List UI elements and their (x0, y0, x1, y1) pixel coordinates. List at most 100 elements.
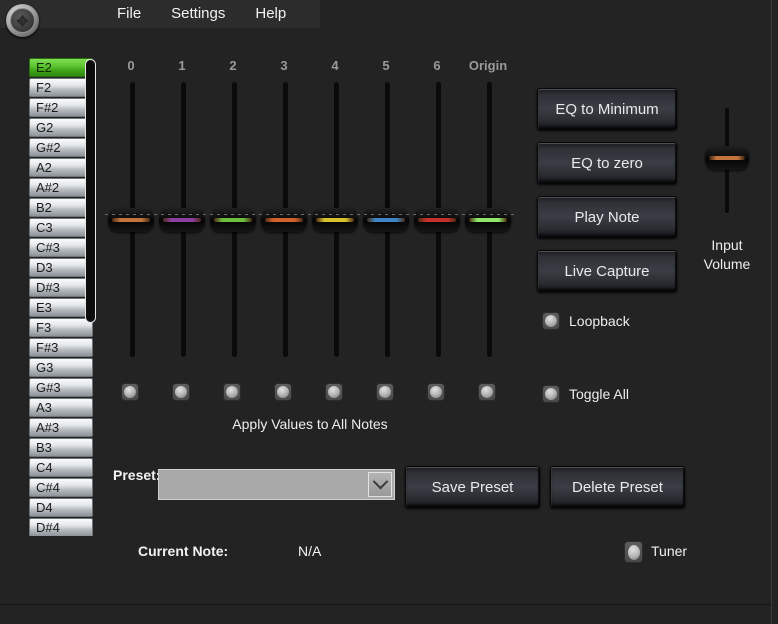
eq-slider-label: 1 (156, 58, 208, 74)
apply-all-checkbox[interactable] (376, 383, 394, 401)
eq-slider-thumb-indicator (469, 218, 507, 222)
note-list-item[interactable]: B2 (29, 198, 93, 217)
current-note-label: Current Note: (138, 543, 228, 559)
input-volume-label-line1: Input (688, 236, 766, 255)
input-volume-label-line2: Volume (688, 255, 766, 274)
note-list-item[interactable]: G#3 (29, 378, 93, 397)
toggle-all-checkbox[interactable] (542, 385, 560, 403)
app-logo-icon: ✥ (10, 8, 35, 33)
note-list-item[interactable]: A3 (29, 398, 93, 417)
save-preset-button[interactable]: Save Preset (405, 466, 540, 508)
checkbox-knob-icon (124, 386, 136, 398)
note-list-item[interactable]: D#3 (29, 278, 93, 297)
apply-all-checkbox[interactable] (427, 383, 445, 401)
preset-label: Preset: (113, 467, 160, 483)
bottom-divider (0, 604, 771, 605)
menu-item-help[interactable]: Help (253, 3, 288, 25)
note-list-item[interactable]: G2 (29, 118, 93, 137)
eq-slider-label: 4 (309, 58, 361, 74)
checkbox-knob-icon (481, 386, 493, 398)
apply-values-label: Apply Values to All Notes (105, 416, 515, 432)
note-list-item[interactable]: F#3 (29, 338, 93, 357)
note-list-item[interactable]: E2 (29, 58, 93, 77)
apply-all-checkbox[interactable] (478, 383, 496, 401)
eq-slider-label: 5 (360, 58, 412, 74)
input-volume-thumb-indicator (709, 156, 745, 160)
note-list-item[interactable]: F2 (29, 78, 93, 97)
note-list-item[interactable]: C#3 (29, 238, 93, 257)
eq-slider-column: 6 (411, 58, 463, 74)
note-list-item[interactable]: G3 (29, 358, 93, 377)
note-list-item[interactable]: C#4 (29, 478, 93, 497)
eq-slider-label: Origin (462, 58, 514, 74)
note-list-item[interactable]: A#3 (29, 418, 93, 437)
eq-slider-thumb[interactable] (108, 208, 154, 232)
eq-to-zero-button[interactable]: EQ to zero (537, 142, 677, 184)
eq-slider-thumb-indicator (265, 218, 303, 222)
note-list-item[interactable]: A#2 (29, 178, 93, 197)
menu-items: File Settings Help (115, 3, 288, 25)
live-capture-button[interactable]: Live Capture (537, 250, 677, 292)
eq-slider-thumb[interactable] (465, 208, 511, 232)
checkbox-knob-icon (175, 386, 187, 398)
checkbox-knob-icon (430, 386, 442, 398)
note-list-item[interactable]: A2 (29, 158, 93, 177)
apply-all-checkbox[interactable] (121, 383, 139, 401)
eq-slider-column: 1 (156, 58, 208, 74)
eq-slider-label: 2 (207, 58, 259, 74)
toggle-all-toggle[interactable]: Toggle All (542, 385, 560, 403)
checkbox-knob-icon (328, 386, 340, 398)
checkbox-knob-icon (277, 386, 289, 398)
eq-slider-thumb[interactable] (414, 208, 460, 232)
preset-dropdown-button[interactable] (368, 472, 392, 497)
note-list-item[interactable]: F#2 (29, 98, 93, 117)
eq-slider-column: 4 (309, 58, 361, 74)
note-list-scrollbar[interactable] (85, 59, 96, 325)
note-list-item[interactable]: G#2 (29, 138, 93, 157)
eq-slider-thumb-indicator (163, 218, 201, 222)
apply-all-checkbox[interactable] (172, 383, 190, 401)
note-list-item[interactable]: C4 (29, 458, 93, 477)
application-window: File Settings Help ✥ E2F2F#2G2G#2A2A#2B2… (0, 0, 778, 624)
eq-slider-column: 2 (207, 58, 259, 74)
note-list-item[interactable]: C3 (29, 218, 93, 237)
app-logo-button[interactable]: ✥ (6, 4, 39, 37)
menu-item-file[interactable]: File (115, 3, 143, 25)
checkbox-knob-icon (545, 315, 557, 327)
eq-value-connector-line (105, 214, 515, 215)
right-edge-divider (771, 0, 772, 624)
eq-slider-column: Origin (462, 58, 514, 74)
loopback-label: Loopback (569, 312, 630, 330)
loopback-checkbox[interactable] (542, 312, 560, 330)
note-list-item[interactable]: F3 (29, 318, 93, 337)
eq-slider-thumb-indicator (214, 218, 252, 222)
apply-all-checkbox[interactable] (223, 383, 241, 401)
eq-slider-thumb[interactable] (312, 208, 358, 232)
note-list-item[interactable]: D3 (29, 258, 93, 277)
eq-slider-label: 3 (258, 58, 310, 74)
checkbox-knob-icon (379, 386, 391, 398)
loopback-toggle[interactable]: Loopback (542, 312, 560, 330)
eq-slider-thumb[interactable] (210, 208, 256, 232)
eq-slider-thumb[interactable] (159, 208, 205, 232)
eq-slider-column: 0 (105, 58, 157, 74)
note-list-item[interactable]: D#4 (29, 518, 93, 536)
preset-combobox[interactable] (158, 469, 395, 500)
tuner-checkbox[interactable] (624, 541, 643, 563)
menu-item-settings[interactable]: Settings (169, 3, 227, 25)
apply-all-checkbox[interactable] (274, 383, 292, 401)
delete-preset-button[interactable]: Delete Preset (550, 466, 685, 508)
note-list-item[interactable]: D4 (29, 498, 93, 517)
note-list-scrollbar-thumb[interactable] (85, 59, 96, 323)
eq-slider-thumb[interactable] (363, 208, 409, 232)
eq-slider-thumb[interactable] (261, 208, 307, 232)
apply-all-checkbox[interactable] (325, 383, 343, 401)
chevron-down-icon (372, 474, 388, 490)
eq-slider-label: 6 (411, 58, 463, 74)
eq-slider-column: 5 (360, 58, 412, 74)
note-list-item[interactable]: B3 (29, 438, 93, 457)
input-volume-slider-thumb[interactable] (705, 146, 749, 170)
eq-to-minimum-button[interactable]: EQ to Minimum (537, 88, 677, 130)
note-list-item[interactable]: E3 (29, 298, 93, 317)
play-note-button[interactable]: Play Note (537, 196, 677, 238)
